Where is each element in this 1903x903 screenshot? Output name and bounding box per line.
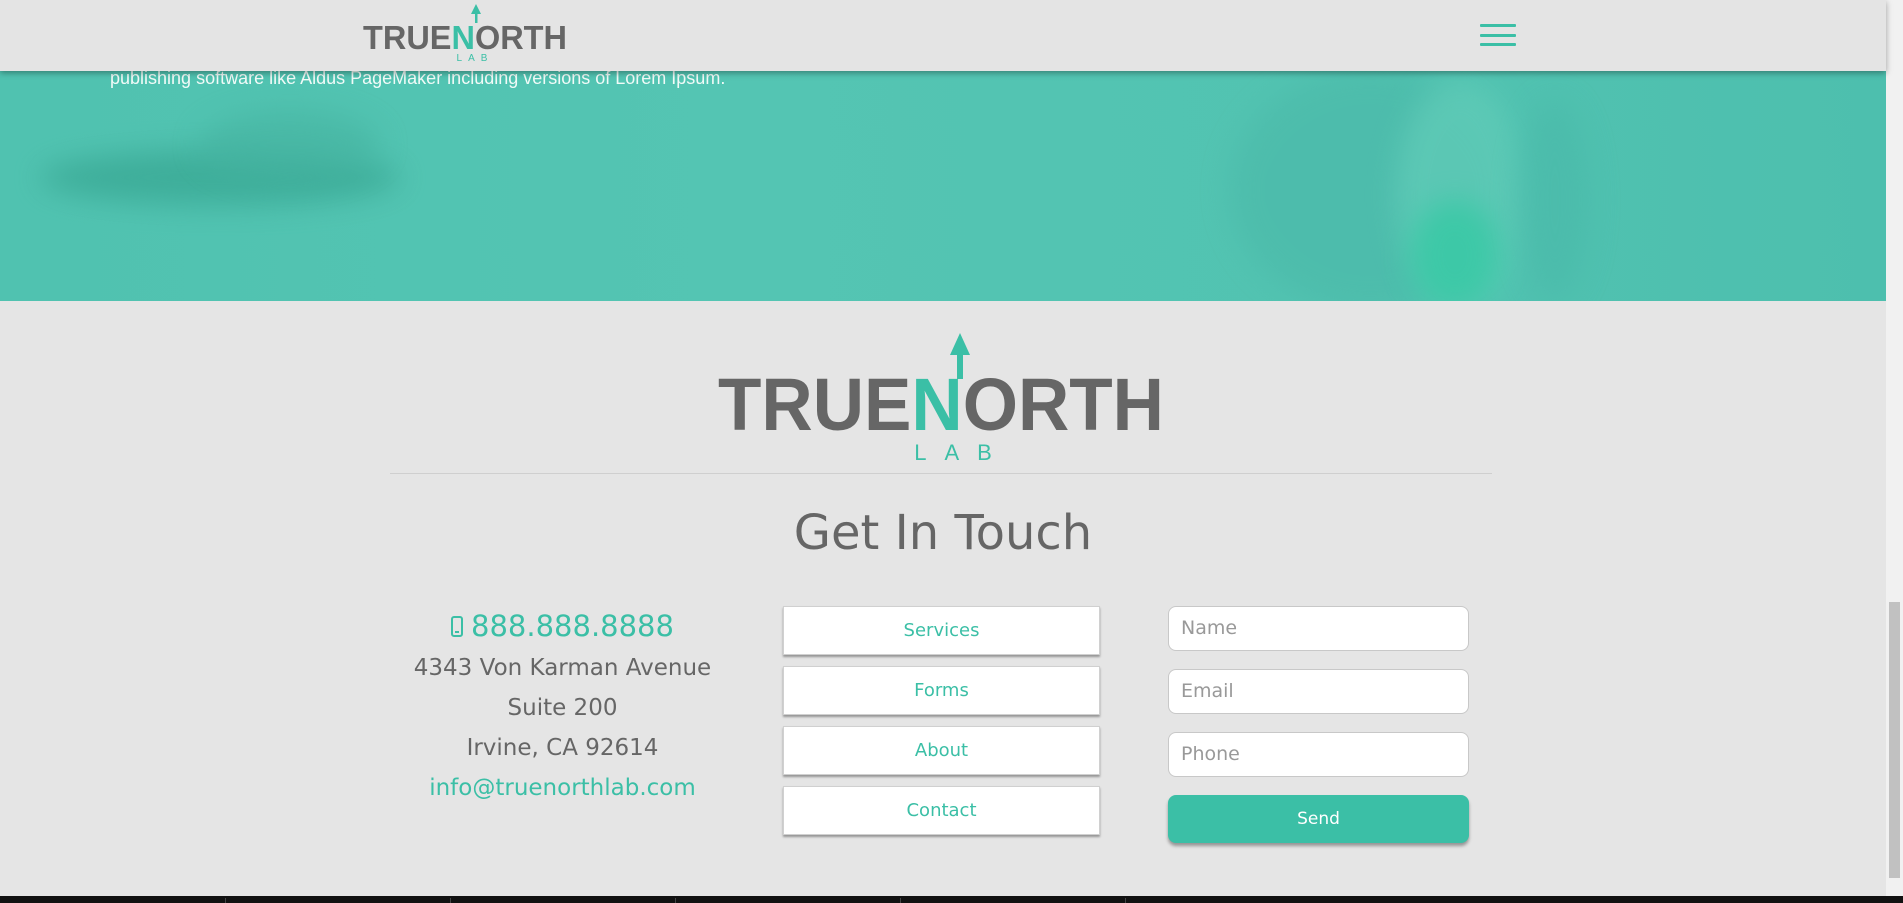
svg-text:TRUENORTH: TRUENORTH (718, 363, 1164, 446)
name-field[interactable]: Name (1168, 606, 1469, 651)
footer-logo: TRUENORTH LAB (718, 333, 1164, 463)
phone-link[interactable]: 888.888.8888 (390, 604, 735, 648)
site-header: TRUENORTH LAB (0, 0, 1886, 71)
contact-button[interactable]: Contact (783, 786, 1100, 835)
contact-form: Name Email Phone Send (1168, 606, 1469, 843)
send-button[interactable]: Send (1168, 795, 1469, 843)
hero-text: publishing software like Aldus PageMaker… (110, 68, 726, 88)
address-line-1: 4343 Von Karman Avenue (413, 655, 712, 681)
svg-text:TRUENORTH: TRUENORTH (363, 19, 567, 56)
footer-divider (390, 473, 1492, 474)
svg-text:LAB: LAB (914, 440, 1010, 463)
phone-number: 888.888.8888 (471, 609, 674, 643)
email-field[interactable]: Email (1168, 669, 1469, 714)
hamburger-icon[interactable] (1480, 24, 1516, 46)
page: publishing software like Aldus PageMaker… (0, 0, 1903, 903)
address-line-2: Suite 200 (507, 695, 618, 721)
mobile-phone-icon (451, 615, 464, 637)
get-in-touch-heading: Get In Touch (793, 505, 1093, 561)
header-logo[interactable]: TRUENORTH LAB (363, 4, 569, 62)
taskbar-strip (0, 896, 1903, 903)
about-button[interactable]: About (783, 726, 1100, 775)
contact-info: 888.888.8888 4343 Von Karman Avenue Suit… (390, 604, 735, 808)
svg-text:LAB: LAB (457, 53, 494, 62)
email-link[interactable]: info@truenorthlab.com (390, 768, 735, 808)
footer-nav: Services Forms About Contact (783, 606, 1100, 846)
address-line-3: Irvine, CA 92614 (466, 735, 659, 761)
phone-field[interactable]: Phone (1168, 732, 1469, 777)
forms-button[interactable]: Forms (783, 666, 1100, 715)
scrollbar-thumb[interactable] (1889, 602, 1900, 878)
services-button[interactable]: Services (783, 606, 1100, 655)
